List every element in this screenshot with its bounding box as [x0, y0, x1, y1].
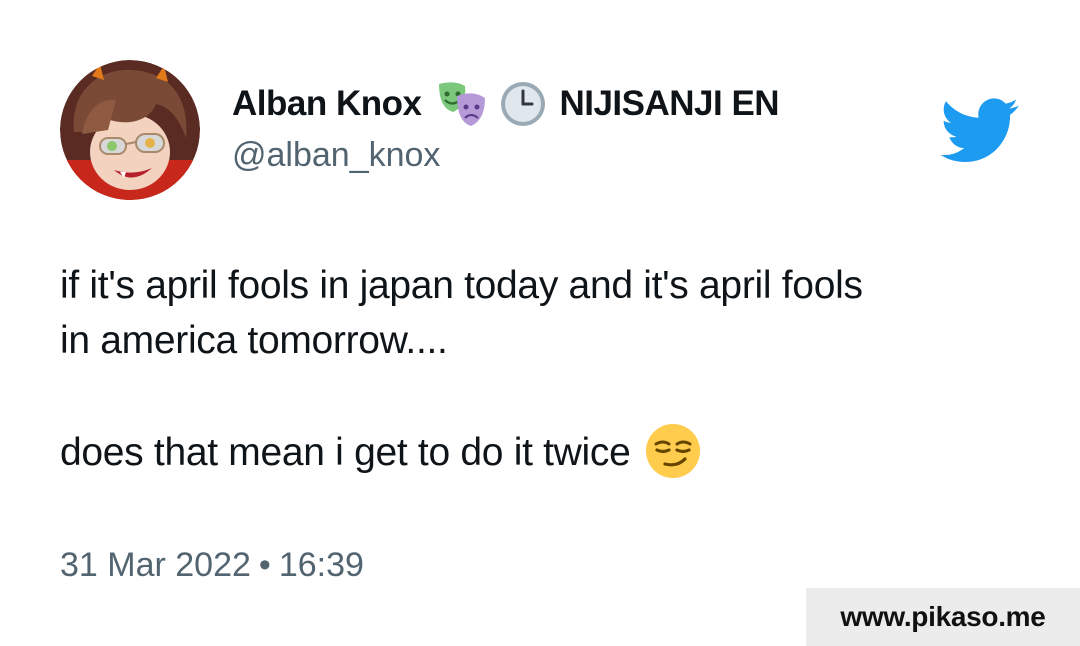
tweet-line: if it's april fools in japan today and i… [60, 264, 863, 307]
tweet-date: 31 Mar 2022 [60, 546, 251, 584]
user-handle[interactable]: @alban_knox [232, 136, 779, 175]
avatar[interactable] [60, 60, 200, 200]
display-name[interactable]: Alban Knox [232, 84, 422, 124]
tweet-line-last: does that mean i get to do it twice [60, 423, 1020, 480]
timestamp-separator: • [258, 546, 271, 584]
tweet-timestamp[interactable]: 31 Mar 2022 • 16:39 [60, 546, 364, 585]
tweet-time: 16:39 [278, 546, 364, 584]
tweet-text: if it's april fools in japan today and i… [60, 258, 1020, 480]
performing-arts-emoji-icon [433, 80, 489, 128]
tweet-line: in america tomorrow.... [60, 319, 448, 362]
clock-emoji-icon [499, 80, 547, 128]
twitter-bird-icon[interactable] [940, 98, 1020, 164]
tweet-line-text: does that mean i get to do it twice [60, 431, 631, 474]
avatar-image [60, 60, 200, 200]
smirking-face-emoji-icon [645, 423, 701, 479]
name-row: Alban Knox NIJISANJI EN [232, 80, 780, 128]
name-affiliation: NIJISANJI EN [559, 84, 780, 123]
tweet-header: Alban Knox NIJISANJI EN @alban_knox [232, 80, 780, 200]
watermark[interactable]: www.pikaso.me [806, 588, 1080, 646]
